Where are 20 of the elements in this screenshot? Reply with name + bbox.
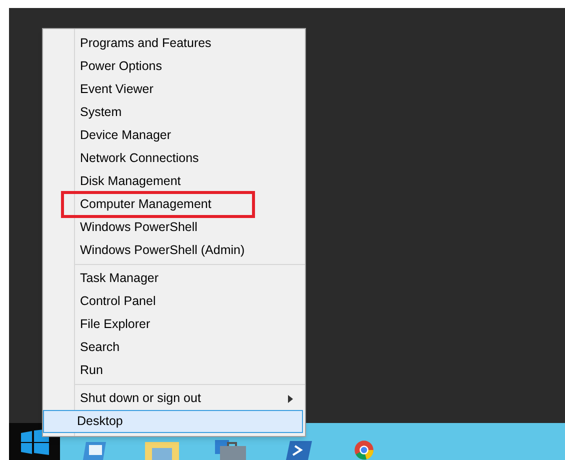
menu-item[interactable]: Windows PowerShell xyxy=(43,216,305,239)
menu-item[interactable]: Shut down or sign out xyxy=(43,387,305,410)
menu-item[interactable]: Computer Management xyxy=(63,193,253,216)
menu-item[interactable]: Disk Management xyxy=(43,170,305,193)
menu-item[interactable]: Search xyxy=(43,336,305,359)
menu-item[interactable]: File Explorer xyxy=(43,313,305,336)
menu-item[interactable]: Windows PowerShell (Admin) xyxy=(43,239,305,262)
powershell-icon[interactable] xyxy=(284,440,314,460)
windows-logo-icon xyxy=(20,428,48,454)
menu-item[interactable]: Event Viewer xyxy=(43,78,305,101)
menu-item[interactable]: Control Panel xyxy=(43,290,305,313)
menu-item[interactable]: Run xyxy=(43,359,305,382)
menu-item[interactable]: Desktop xyxy=(43,410,303,433)
menu-item[interactable]: Programs and Features xyxy=(43,32,305,55)
menu-item[interactable]: Device Manager xyxy=(43,124,305,147)
menu-item[interactable]: System xyxy=(43,101,305,124)
menu-item[interactable]: Power Options xyxy=(43,55,305,78)
menu-item[interactable]: Network Connections xyxy=(43,147,305,170)
menu-item[interactable]: Task Manager xyxy=(43,267,305,290)
submenu-arrow-icon xyxy=(288,394,293,402)
